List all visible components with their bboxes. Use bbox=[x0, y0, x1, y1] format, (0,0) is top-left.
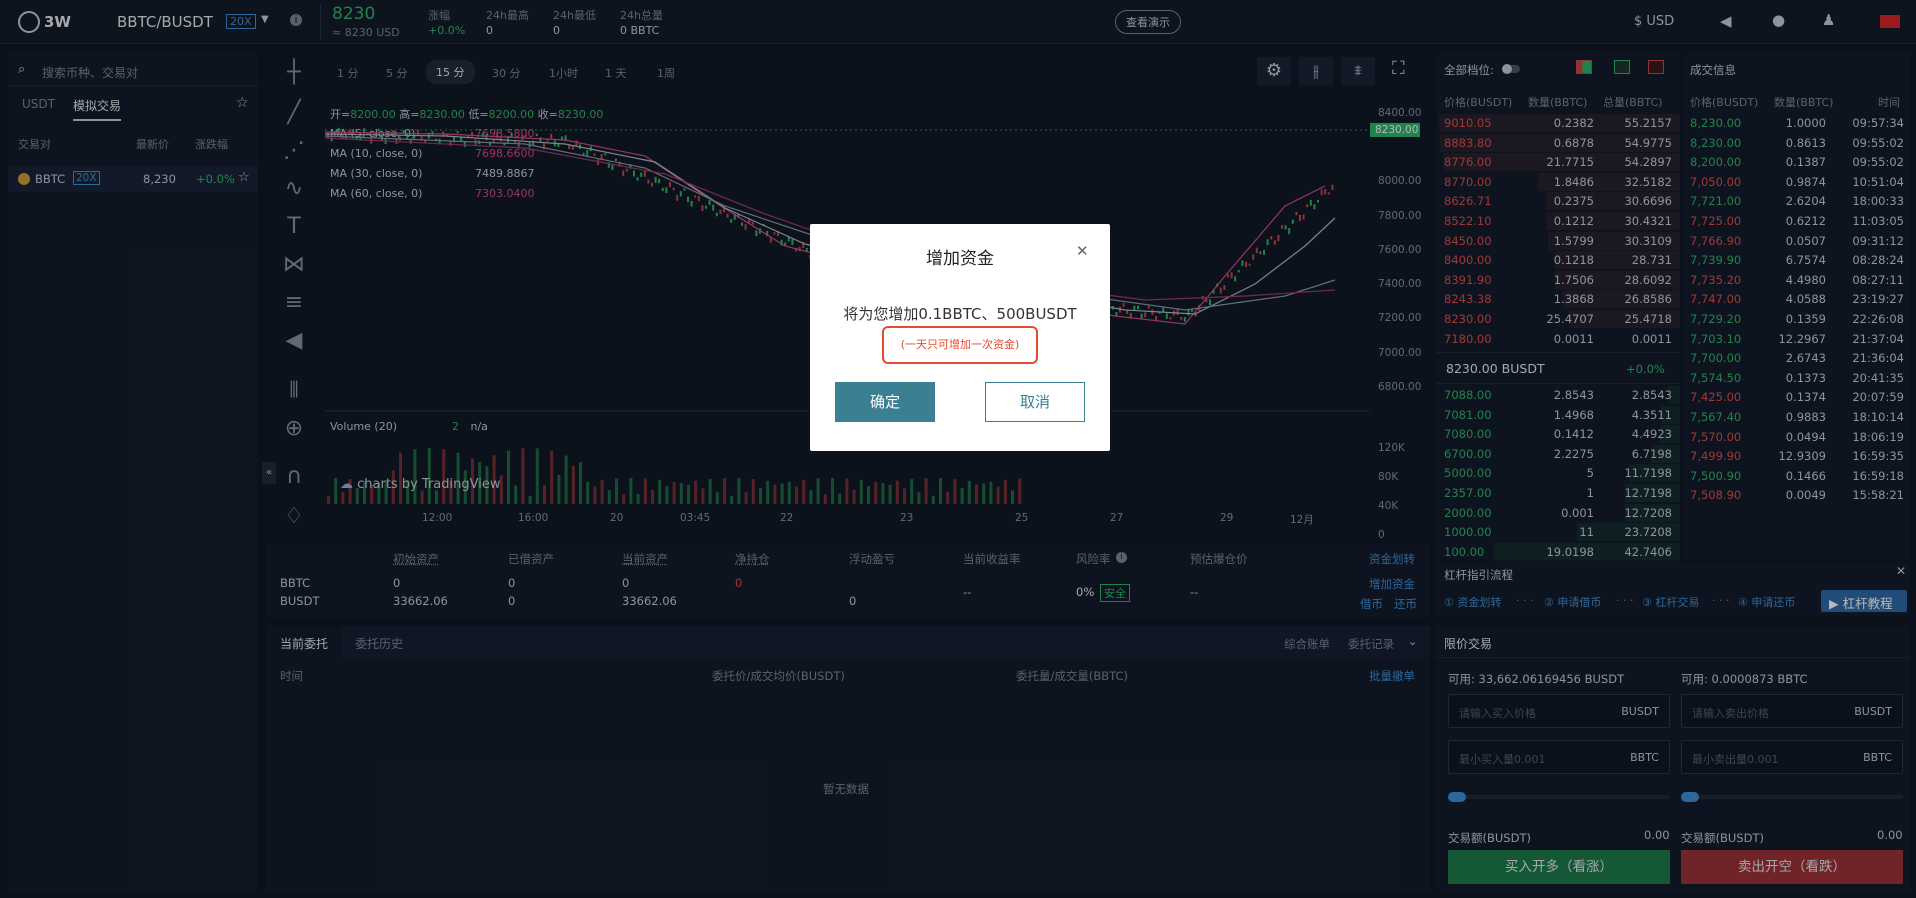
dialog-message: 将为您增加0.1BBTC、500BUSDT bbox=[843, 305, 1077, 323]
add-funds-dialog: 增加资金 ✕ 将为您增加0.1BBTC、500BUSDT (一天只可增加一次资金… bbox=[810, 224, 1110, 451]
confirm-button[interactable]: 确定 bbox=[835, 382, 935, 422]
cancel-button[interactable]: 取消 bbox=[985, 382, 1085, 422]
dialog-title: 增加资金 bbox=[926, 249, 994, 269]
close-icon[interactable]: ✕ bbox=[1076, 242, 1089, 260]
dialog-note: (一天只可增加一次资金) bbox=[882, 326, 1038, 364]
